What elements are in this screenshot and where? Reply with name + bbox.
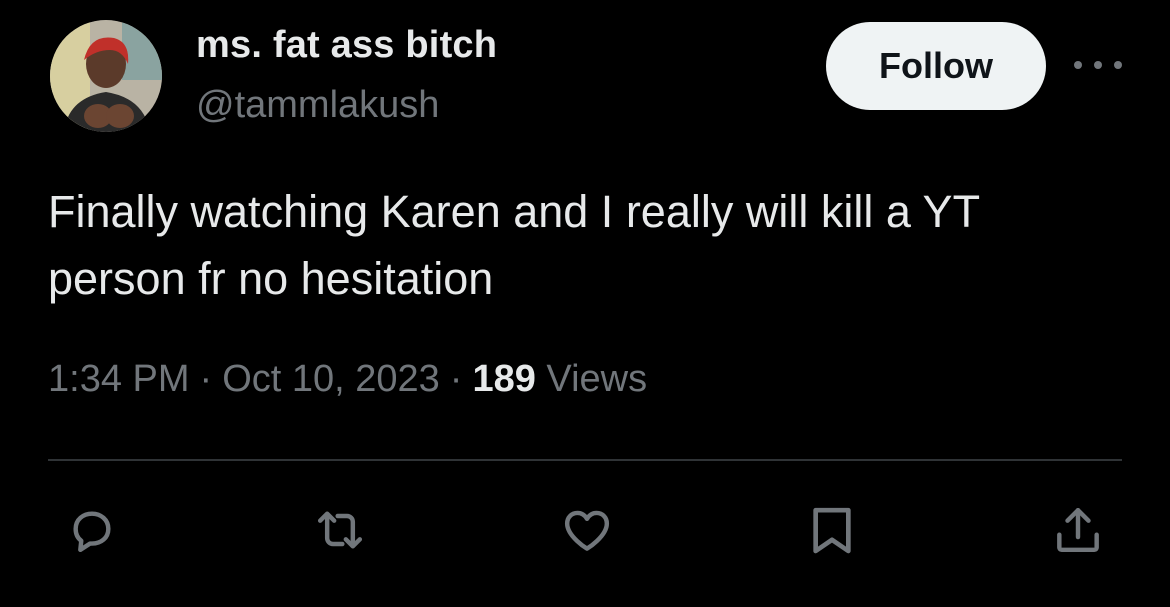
tweet-card: ms. fat ass bitch @tammlakush Follow Fin…: [0, 0, 1170, 607]
separator: ·: [199, 358, 213, 400]
divider: [48, 459, 1122, 461]
tweet-metadata: 1:34 PM · Oct 10, 2023 · 189 Views: [48, 358, 647, 401]
repost-icon: [317, 511, 363, 549]
bookmark-button[interactable]: [804, 502, 860, 558]
share-icon: [1057, 507, 1099, 553]
repost-button[interactable]: [312, 502, 368, 558]
share-button[interactable]: [1050, 502, 1106, 558]
display-name[interactable]: ms. fat ass bitch: [196, 24, 497, 67]
like-button[interactable]: [559, 502, 615, 558]
tweet-time[interactable]: 1:34 PM: [48, 358, 190, 400]
follow-button[interactable]: Follow: [826, 22, 1046, 110]
more-horizontal-icon: [1094, 61, 1102, 69]
heart-icon: [564, 510, 610, 551]
views-label: Views: [546, 358, 648, 400]
more-horizontal-icon: [1114, 61, 1122, 69]
avatar[interactable]: [50, 20, 162, 132]
separator: ·: [449, 358, 463, 400]
bookmark-icon: [813, 507, 851, 554]
reply-icon: [73, 511, 111, 553]
reply-button[interactable]: [64, 502, 120, 558]
tweet-date[interactable]: Oct 10, 2023: [222, 358, 440, 400]
tweet-text: Finally watching Karen and I really will…: [48, 186, 980, 304]
more-options-button[interactable]: [1074, 50, 1122, 80]
more-horizontal-icon: [1074, 61, 1082, 69]
views-count: 189: [472, 358, 536, 400]
user-handle[interactable]: @tammlakush: [196, 84, 439, 127]
